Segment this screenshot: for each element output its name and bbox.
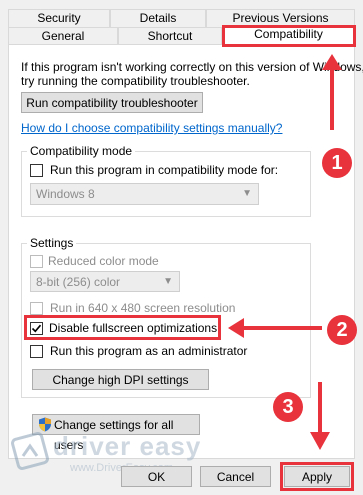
tab-shortcut[interactable]: Shortcut bbox=[118, 27, 222, 45]
run-640-label: Run in 640 x 480 screen resolution bbox=[50, 301, 236, 315]
compat-mode-select[interactable]: Windows 8 ▼ bbox=[30, 183, 259, 205]
tab-details[interactable]: Details bbox=[110, 9, 206, 27]
compat-mode-checkbox[interactable] bbox=[30, 164, 43, 177]
help-link[interactable]: How do I choose compatibility settings m… bbox=[21, 121, 282, 135]
arrow-down-annotation bbox=[310, 382, 330, 450]
compat-mode-select-value: Windows 8 bbox=[36, 187, 95, 201]
disable-fullscreen-highlight bbox=[24, 315, 221, 340]
reduced-color-label: Reduced color mode bbox=[48, 254, 159, 268]
intro-text-line1: If this program isn't working correctly … bbox=[21, 60, 363, 74]
color-depth-select[interactable]: 8-bit (256) color ▼ bbox=[30, 271, 180, 292]
settings-title: Settings bbox=[27, 236, 77, 250]
compatibility-tab-highlight bbox=[222, 25, 356, 47]
apply-highlight bbox=[280, 462, 354, 491]
watermark-brand: driver easy bbox=[53, 431, 202, 461]
run-admin-checkbox[interactable] bbox=[30, 345, 43, 358]
run-troubleshooter-button[interactable]: Run compatibility troubleshooter bbox=[21, 92, 203, 113]
tab-general[interactable]: General bbox=[8, 27, 118, 45]
step-2-badge: 2 bbox=[327, 315, 357, 345]
cancel-button[interactable]: Cancel bbox=[200, 466, 271, 487]
run-admin-label: Run this program as an administrator bbox=[50, 344, 248, 358]
chevron-down-icon: ▼ bbox=[242, 188, 252, 199]
step-1-badge: 1 bbox=[322, 148, 352, 178]
color-depth-value: 8-bit (256) color bbox=[36, 275, 121, 289]
step-3-badge: 3 bbox=[273, 392, 303, 422]
run-640-checkbox[interactable] bbox=[30, 302, 43, 315]
change-dpi-button[interactable]: Change high DPI settings bbox=[32, 369, 209, 390]
arrow-up-annotation bbox=[322, 54, 342, 130]
compat-mode-label: Run this program in compatibility mode f… bbox=[50, 163, 279, 177]
chevron-down-icon: ▼ bbox=[163, 276, 173, 287]
arrow-left-annotation bbox=[228, 318, 322, 338]
tab-security[interactable]: Security bbox=[8, 9, 110, 27]
shield-icon bbox=[39, 417, 51, 432]
reduced-color-checkbox[interactable] bbox=[30, 255, 43, 268]
ok-button[interactable]: OK bbox=[121, 466, 192, 487]
driver-easy-logo bbox=[11, 432, 51, 472]
intro-text-line2: try running the compatibility troublesho… bbox=[21, 74, 250, 88]
compatibility-mode-title: Compatibility mode bbox=[27, 144, 136, 158]
